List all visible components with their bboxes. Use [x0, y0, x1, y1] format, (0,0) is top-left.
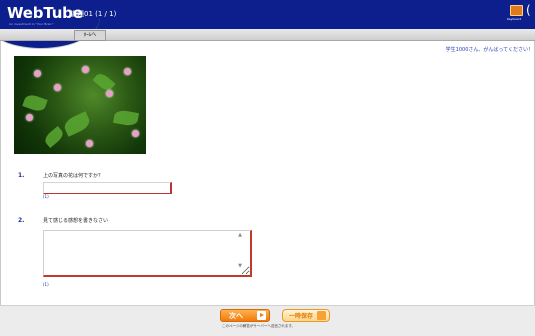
- home-button[interactable]: ﾎｰﾑへ: [74, 30, 106, 41]
- assignment-title: 課題01 (1 / 1): [70, 10, 117, 18]
- keyboard-icon[interactable]: [510, 5, 523, 16]
- scroll-up-icon[interactable]: ▲: [236, 231, 244, 239]
- question-2-number: 2.: [18, 217, 25, 224]
- question-2-hint: (1): [43, 282, 49, 287]
- scroll-down-icon[interactable]: ▼: [236, 262, 244, 270]
- question-1-number: 1.: [18, 172, 25, 179]
- question-2-answer-textarea[interactable]: [43, 230, 252, 277]
- welcome-message: 学生1000さん、がんばってください！: [445, 47, 533, 53]
- logo-tagline: An investment in "Your Brain": [9, 22, 54, 26]
- question-2-text: 見て感じる感想を書きなさい: [43, 218, 109, 224]
- flower-photo: [14, 56, 146, 154]
- question-1-hint: (1): [43, 194, 49, 199]
- save-icon[interactable]: [317, 311, 326, 320]
- arrow-right-icon[interactable]: [257, 311, 266, 320]
- question-1-text: 上の写真の花は何ですか？: [43, 173, 104, 179]
- keyboard-label[interactable]: Keyboard: [507, 17, 521, 21]
- footer-note: このページの解答がサーバーへ送信されます。: [222, 324, 296, 328]
- help-icon[interactable]: (: [526, 3, 531, 17]
- question-1-answer-input[interactable]: [43, 182, 172, 194]
